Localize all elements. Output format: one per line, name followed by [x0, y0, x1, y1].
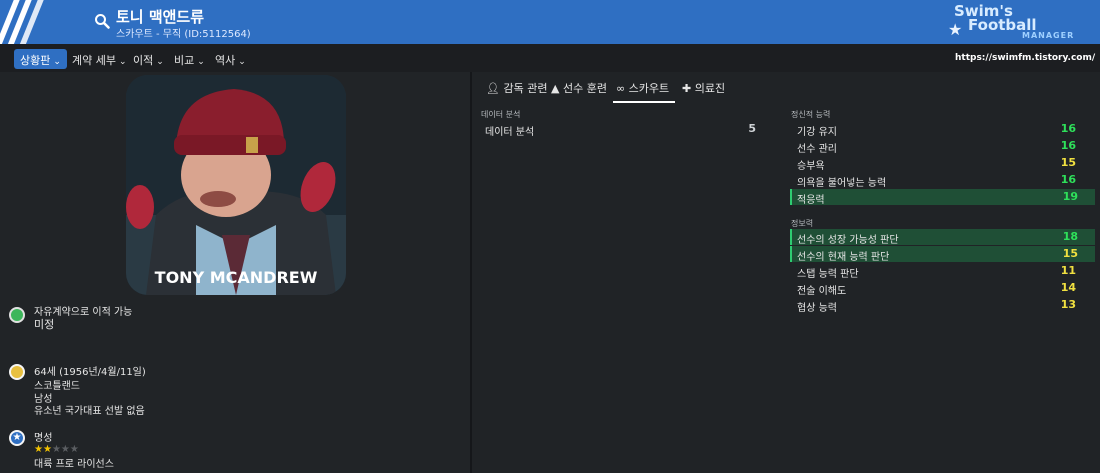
attribute-name: 선수의 현재 능력 판단: [797, 252, 890, 263]
attribute-row[interactable]: 데이터 분석 5: [478, 121, 768, 138]
attribute-value: 16: [1060, 122, 1076, 135]
star-empty-icon: ★: [69, 444, 79, 455]
attribute-name: 선수 관리: [797, 144, 837, 155]
chevron-down-icon: ⌄: [118, 57, 127, 67]
tab-training[interactable]: ▲ 선수 훈련: [551, 80, 607, 96]
section-knowledge: 정보력: [791, 219, 814, 228]
portrait-illustration: [126, 75, 346, 295]
attribute-name: 승부욕: [797, 161, 825, 172]
section-data-analysis: 데이터 분석: [481, 110, 521, 119]
attribute-row[interactable]: 협상 능력 13: [790, 297, 1095, 314]
attribute-value: 18: [1062, 230, 1078, 243]
attribute-name: 적응력: [797, 195, 825, 206]
star-filled-icon: ★: [34, 444, 43, 455]
star-filled-icon: ★: [42, 444, 52, 455]
attribute-row[interactable]: 기강 유지 16: [790, 121, 1095, 138]
star-icon: ★: [948, 20, 963, 39]
cone-icon: ▲: [551, 82, 560, 95]
attribute-tabs: 👤︎ 감독 관련 ▲ 선수 훈련 ∞ 스카우트 ✚ 의료진: [472, 72, 1100, 102]
attribute-row[interactable]: 선수의 성장 가능성 판단 18: [790, 229, 1095, 246]
attribute-name: 전술 이해도: [797, 286, 847, 297]
attribute-name: 협상 능력: [797, 303, 837, 314]
attribute-name: 스탭 능력 판단: [797, 269, 859, 280]
tab-scout[interactable]: ∞ 스카우트: [616, 80, 669, 96]
chevron-down-icon: ⌄: [238, 57, 246, 67]
attribute-value: 13: [1060, 298, 1076, 311]
attribute-row[interactable]: 의욕을 불어넣는 능력 16: [790, 172, 1095, 189]
top-nav: 상황판 ⌄ 계약 세부 ⌄ 이적 ⌄ 비교 ⌄ 역사 ⌄: [0, 44, 1100, 72]
staff-portrait: TONY MCANDREW: [126, 75, 346, 295]
active-tab-indicator: [613, 101, 675, 103]
reputation-stars: ★★★★★: [34, 444, 79, 455]
attribute-row[interactable]: 선수의 현재 능력 판단 15: [790, 246, 1095, 263]
attribute-name: 의욕을 불어넣는 능력: [797, 178, 887, 189]
age-line: 64세 (1956년/4월/11일): [34, 367, 146, 378]
attribute-name: 선수의 성장 가능성 판단: [797, 235, 899, 246]
attribute-value: 16: [1060, 173, 1076, 186]
chevron-down-icon: ⌄: [197, 57, 205, 67]
nav-compare[interactable]: 비교 ⌄: [168, 49, 211, 69]
tab-manager[interactable]: 👤︎ 감독 관련: [486, 80, 547, 96]
attribute-row[interactable]: 스탭 능력 판단 11: [790, 263, 1095, 280]
page-title: 토니 맥앤드류: [116, 8, 205, 26]
binoculars-icon: ∞: [616, 82, 626, 95]
attribute-value: 5: [748, 122, 756, 135]
page-subtitle: 스카우트 - 무직 (ID:5112564): [116, 29, 251, 40]
attribute-name: 기강 유지: [797, 127, 837, 138]
attribute-value: 19: [1062, 190, 1078, 203]
attribute-row[interactable]: 선수 관리 16: [790, 138, 1095, 155]
attribute-value: 11: [1060, 264, 1076, 277]
license: 대륙 프로 라이선스: [34, 459, 114, 470]
star-empty-icon: ★: [60, 444, 70, 455]
portrait-name: TONY MCANDREW: [154, 268, 318, 287]
attribute-value: 15: [1060, 156, 1076, 169]
attribute-value: 14: [1060, 281, 1076, 294]
youth-caps: 유소년 국가대표 선발 없음: [34, 406, 145, 417]
site-url[interactable]: https://swimfm.tistory.com/: [955, 53, 1095, 63]
site-logo: Swim's ★ Football MANAGER: [948, 2, 1075, 40]
tab-medical[interactable]: ✚ 의료진: [682, 80, 725, 96]
transfer-value: 미정: [34, 318, 55, 331]
nation-flag-icon: [9, 364, 25, 380]
chevron-down-icon: ⌄: [53, 57, 61, 67]
search-icon[interactable]: [94, 13, 110, 29]
attribute-row[interactable]: 승부욕 15: [790, 155, 1095, 172]
nav-transfer[interactable]: 이적 ⌄: [127, 49, 170, 69]
attribute-value: 16: [1060, 139, 1076, 152]
contract-status-icon: [9, 307, 25, 323]
chevron-down-icon: ⌄: [156, 57, 164, 67]
star-empty-icon: ★: [51, 444, 61, 455]
attribute-value: 15: [1062, 247, 1078, 260]
section-mental: 정신적 능력: [791, 110, 831, 119]
reputation-label: 명성: [34, 433, 53, 444]
attribute-row[interactable]: 전술 이해도 14: [790, 280, 1095, 297]
person-icon: 👤︎: [486, 82, 500, 95]
attribute-row[interactable]: 적응력 19: [790, 189, 1095, 206]
header-stripes: [0, 0, 60, 44]
attribute-name: 데이터 분석: [485, 127, 535, 138]
medical-kit-icon: ✚: [682, 82, 692, 95]
nav-history[interactable]: 역사 ⌄: [209, 49, 252, 69]
title-bar: 토니 맥앤드류 스카우트 - 무직 (ID:5112564) Swim's ★ …: [0, 0, 1100, 44]
reputation-star-icon: ★: [9, 430, 25, 446]
nav-dashboard[interactable]: 상황판 ⌄: [14, 49, 67, 69]
nav-contract[interactable]: 계약 세부 ⌄: [66, 49, 133, 69]
